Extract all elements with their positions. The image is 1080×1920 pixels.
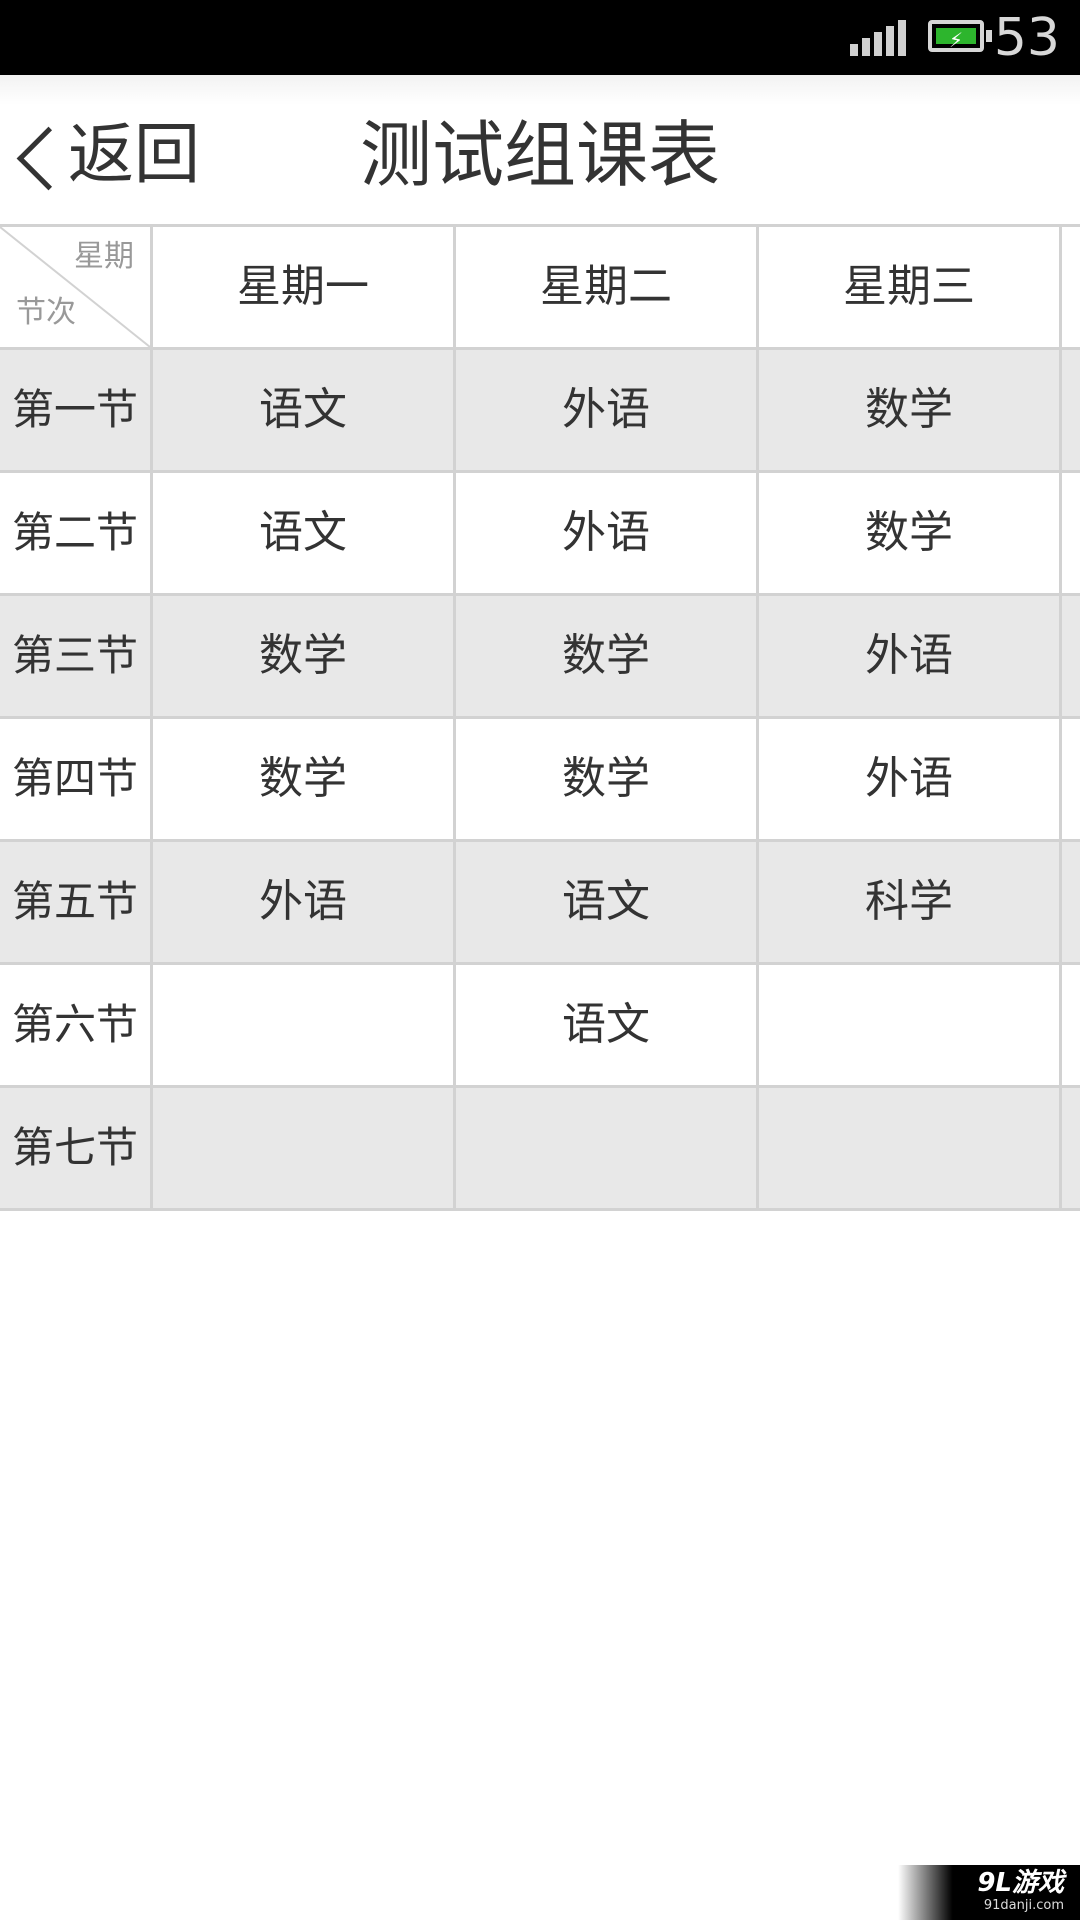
corner-cell: 星期 节次	[0, 227, 153, 347]
class-cell[interactable]: 外语	[153, 842, 456, 962]
period-label: 第二节	[0, 473, 153, 593]
period-label: 第五节	[0, 842, 153, 962]
day-header-2: 星期二	[456, 227, 759, 347]
watermark-url: 91danji.com	[983, 1898, 1064, 1913]
day-header-1: 星期一	[153, 227, 456, 347]
header-row: 星期 节次 星期一 星期二 星期三	[0, 227, 1080, 350]
class-cell-overflow	[1062, 842, 1080, 962]
table-row: 第六节 语文	[0, 965, 1080, 1088]
back-label: 返回	[68, 116, 200, 193]
signal-bars-icon	[850, 20, 906, 56]
class-cell[interactable]	[456, 1088, 759, 1208]
class-cell[interactable]: 数学	[456, 596, 759, 716]
status-bar: ⚡ 53	[0, 0, 1080, 75]
battery-fill: ⚡	[936, 28, 976, 52]
day-header-3: 星期三	[759, 227, 1062, 347]
class-cell-overflow	[1062, 350, 1080, 470]
table-row: 第二节 语文 外语 数学	[0, 473, 1080, 596]
class-cell-overflow	[1062, 473, 1080, 593]
class-cell[interactable]: 数学	[153, 719, 456, 839]
class-cell[interactable]: 数学	[456, 719, 759, 839]
class-cell[interactable]	[153, 965, 456, 1085]
class-cell[interactable]: 数学	[153, 596, 456, 716]
class-cell[interactable]: 语文	[153, 350, 456, 470]
class-cell-overflow	[1062, 965, 1080, 1085]
table-row: 第四节 数学 数学 外语	[0, 719, 1080, 842]
class-cell[interactable]: 语文	[456, 965, 759, 1085]
table-row: 第七节	[0, 1088, 1080, 1211]
class-cell[interactable]: 科学	[759, 842, 1062, 962]
class-cell[interactable]: 语文	[153, 473, 456, 593]
period-label: 第四节	[0, 719, 153, 839]
lightning-bolt-icon: ⚡	[948, 28, 964, 52]
class-cell[interactable]	[759, 1088, 1062, 1208]
header-bar: 返回 测试组课表	[0, 75, 1080, 225]
class-cell[interactable]: 数学	[759, 473, 1062, 593]
class-cell[interactable]: 外语	[456, 473, 759, 593]
page-title: 测试组课表	[359, 113, 720, 197]
class-cell-overflow	[1062, 719, 1080, 839]
watermark-logo: 9L游戏	[977, 1868, 1064, 1898]
corner-week-label: 星期	[74, 239, 134, 274]
battery-charging-icon: ⚡	[928, 20, 984, 52]
table-row: 第五节 外语 语文 科学	[0, 842, 1080, 965]
class-cell[interactable]	[153, 1088, 456, 1208]
watermark: 9L游戏 91danji.com	[898, 1865, 1080, 1920]
class-cell-overflow	[1062, 596, 1080, 716]
class-cell[interactable]: 语文	[456, 842, 759, 962]
period-label: 第七节	[0, 1088, 153, 1208]
battery-percent: 53	[993, 8, 1060, 68]
battery-cap	[986, 30, 992, 42]
period-label: 第三节	[0, 596, 153, 716]
table-row: 第一节 语文 外语 数学	[0, 350, 1080, 473]
class-cell[interactable]: 外语	[759, 719, 1062, 839]
table-row: 第三节 数学 数学 外语	[0, 596, 1080, 719]
day-header-overflow	[1062, 227, 1080, 347]
class-cell[interactable]	[759, 965, 1062, 1085]
timetable: 星期 节次 星期一 星期二 星期三 第一节 语文 外语 数学 第二节 语文 外语…	[0, 224, 1080, 1212]
corner-period-label: 节次	[16, 295, 76, 330]
class-cell[interactable]: 外语	[759, 596, 1062, 716]
class-cell[interactable]: 数学	[759, 350, 1062, 470]
period-label: 第六节	[0, 965, 153, 1085]
class-cell-overflow	[1062, 1088, 1080, 1208]
period-label: 第一节	[0, 350, 153, 470]
back-button[interactable]: 返回	[10, 115, 200, 195]
class-cell[interactable]: 外语	[456, 350, 759, 470]
